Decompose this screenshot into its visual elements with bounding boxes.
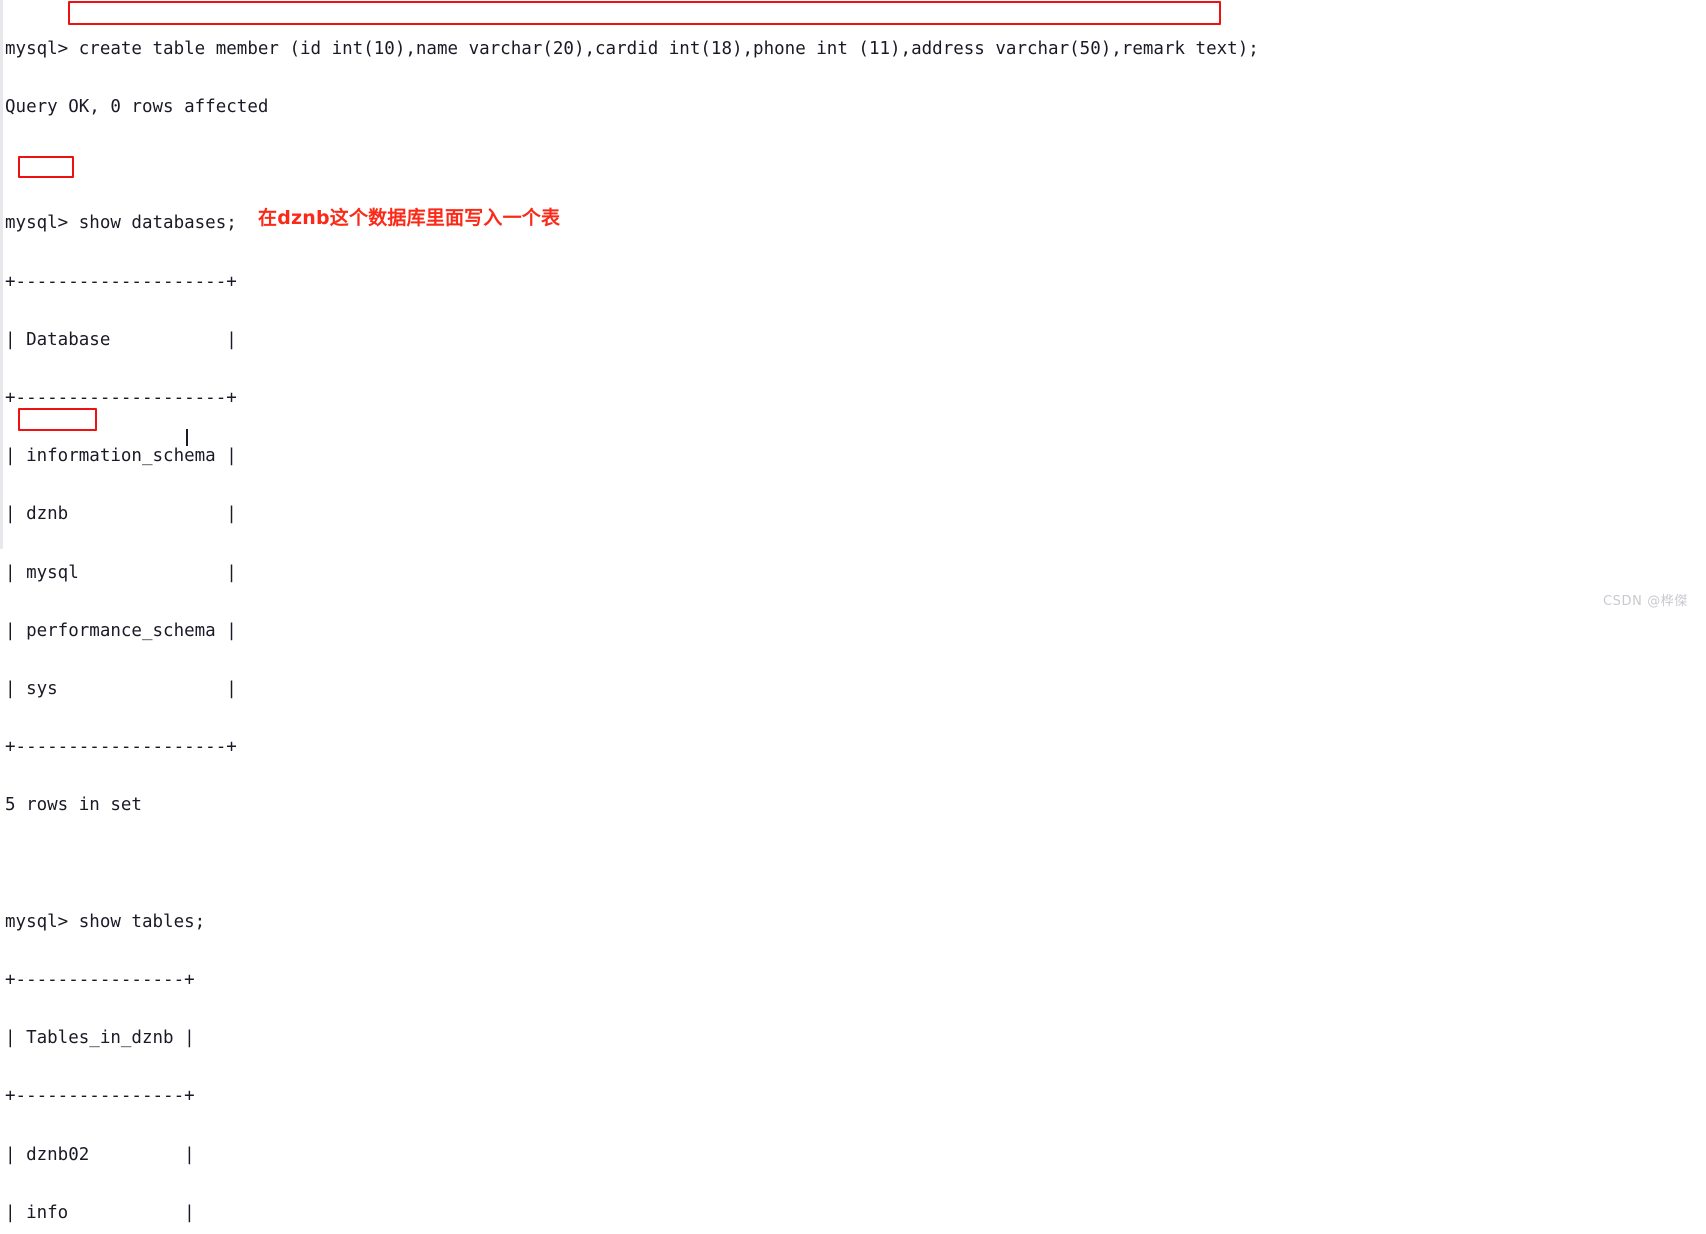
db-table-top-rule: +--------------------+ [5,271,237,292]
db-table-header-rule: +--------------------+ [5,388,237,409]
csdn-watermark: CSDN @桦傑 [1603,594,1688,609]
terminal-line-show-tables: mysql> show tables; [5,911,206,932]
annotation-note: 在dznb这个数据库里面写入一个表 [258,207,561,229]
tbl-table-header-rule: +----------------+ [5,1086,195,1107]
db-row-sys: | sys | [5,679,237,700]
terminal-left-border [0,0,3,549]
db-table-header: | Database | [5,329,237,350]
terminal-line-create-table: mysql> create table member (id int(10),n… [5,38,1259,59]
tbl-table-top-rule: +----------------+ [5,970,195,991]
db-row-dznb: | dznb | [5,504,237,525]
terminal-line-query-ok: Query OK, 0 rows affected [5,97,269,118]
tbl-row-info: | info | [5,1202,195,1223]
db-rows-count: 5 rows in set [5,795,142,816]
db-table-bottom-rule: +--------------------+ [5,737,237,758]
tbl-row-dznb02: | dznb02 | [5,1144,195,1165]
db-row-information-schema: | information_schema | [5,446,237,467]
db-row-mysql: | mysql | [5,562,237,583]
db-row-performance-schema: | performance_schema | [5,620,237,641]
terminal-line-blank-1 [5,156,1705,175]
tbl-table-header: | Tables_in_dznb | [5,1028,195,1049]
terminal-output[interactable]: mysql> create table member (id int(10),n… [5,1,1705,1234]
terminal-line-blank-2 [5,855,1705,874]
text-cursor-artifact [186,429,188,446]
